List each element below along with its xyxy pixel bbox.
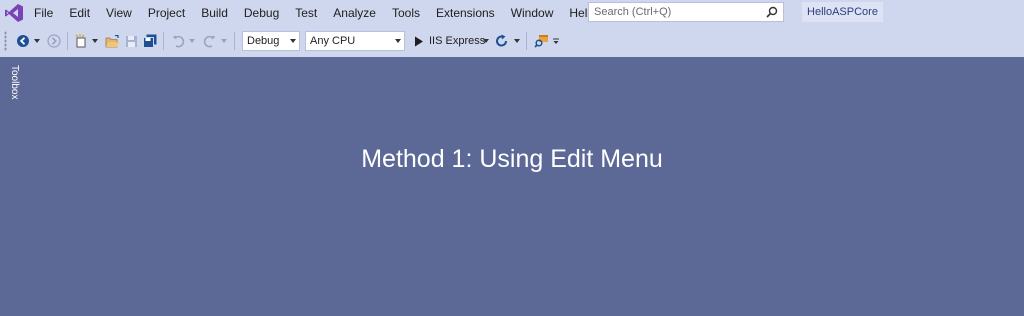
chevron-down-icon bbox=[221, 39, 227, 43]
menu-edit[interactable]: Edit bbox=[61, 0, 98, 26]
new-project-button[interactable] bbox=[72, 27, 90, 55]
menu-bar: File Edit View Project Build Debug Test … bbox=[0, 0, 1024, 26]
save-icon bbox=[125, 35, 137, 47]
menu-tools[interactable]: Tools bbox=[384, 0, 428, 26]
refresh-dropdown[interactable] bbox=[512, 27, 522, 55]
chevron-down-icon bbox=[514, 39, 520, 43]
menu-debug[interactable]: Debug bbox=[236, 0, 287, 26]
toolbar-separator bbox=[526, 32, 527, 50]
play-icon bbox=[415, 36, 423, 46]
save-all-icon bbox=[143, 34, 157, 48]
undo-icon bbox=[172, 35, 185, 48]
find-in-files-icon bbox=[533, 35, 548, 48]
solution-configuration-select[interactable]: Debug bbox=[242, 31, 300, 51]
chevron-down-icon bbox=[395, 39, 401, 43]
undo-dropdown[interactable] bbox=[187, 27, 197, 55]
toolbox-label: Toolbox bbox=[9, 65, 20, 100]
chevron-down-icon bbox=[189, 39, 195, 43]
menu-view[interactable]: View bbox=[98, 0, 140, 26]
forward-button[interactable] bbox=[45, 27, 63, 55]
refresh-button[interactable] bbox=[493, 27, 511, 55]
page-title: Method 1: Using Edit Menu bbox=[361, 145, 663, 173]
project-name-badge[interactable]: HelloASPCore bbox=[802, 2, 883, 22]
run-target-label[interactable]: IIS Express bbox=[429, 27, 485, 55]
undo-button[interactable] bbox=[169, 27, 187, 55]
chevron-down-icon bbox=[34, 39, 40, 43]
toolbar-separator bbox=[163, 32, 164, 50]
solution-platform-select[interactable]: Any CPU bbox=[305, 31, 405, 51]
redo-icon bbox=[203, 35, 216, 48]
search-input[interactable]: Search (Ctrl+Q) bbox=[588, 2, 784, 22]
menu-extensions[interactable]: Extensions bbox=[428, 0, 503, 26]
redo-button[interactable] bbox=[201, 27, 219, 55]
open-folder-icon bbox=[105, 34, 119, 47]
menu-build[interactable]: Build bbox=[193, 0, 236, 26]
forward-icon bbox=[47, 34, 61, 48]
back-icon bbox=[17, 35, 29, 47]
find-in-files-button[interactable] bbox=[532, 27, 550, 55]
new-project-icon bbox=[75, 34, 86, 48]
search-icon[interactable] bbox=[766, 6, 778, 18]
main-menu: File Edit View Project Build Debug Test … bbox=[26, 0, 602, 26]
menu-file[interactable]: File bbox=[26, 0, 61, 26]
overflow-icon bbox=[553, 38, 559, 44]
toolbar-separator bbox=[67, 32, 68, 50]
standard-toolbar: Debug Any CPU IIS Express bbox=[0, 27, 1024, 55]
toolbar-grip[interactable] bbox=[4, 31, 7, 51]
back-button[interactable] bbox=[14, 27, 32, 55]
search-placeholder: Search (Ctrl+Q) bbox=[594, 6, 672, 18]
menu-analyze[interactable]: Analyze bbox=[325, 0, 384, 26]
start-debugging-button[interactable] bbox=[412, 27, 426, 55]
chevron-down-icon bbox=[290, 39, 296, 43]
toolbox-tab[interactable]: Toolbox bbox=[0, 62, 20, 110]
solution-configuration-value: Debug bbox=[247, 35, 280, 47]
chevron-down-icon bbox=[92, 39, 98, 43]
new-project-dropdown[interactable] bbox=[90, 27, 100, 55]
solution-platform-value: Any CPU bbox=[310, 35, 356, 47]
visual-studio-logo-icon bbox=[5, 4, 23, 22]
toolbar-overflow-button[interactable] bbox=[551, 27, 561, 55]
redo-dropdown[interactable] bbox=[219, 27, 229, 55]
back-dropdown[interactable] bbox=[32, 27, 42, 55]
menu-window[interactable]: Window bbox=[503, 0, 562, 26]
ide-chrome: File Edit View Project Build Debug Test … bbox=[0, 0, 1024, 57]
menu-test[interactable]: Test bbox=[287, 0, 325, 26]
menu-project[interactable]: Project bbox=[140, 0, 193, 26]
run-target-dropdown[interactable] bbox=[481, 27, 491, 55]
open-file-button[interactable] bbox=[103, 27, 121, 55]
save-button[interactable] bbox=[122, 27, 140, 55]
chevron-down-icon bbox=[483, 39, 489, 43]
refresh-icon bbox=[496, 34, 508, 47]
toolbar-separator bbox=[234, 32, 235, 50]
save-all-button[interactable] bbox=[141, 27, 159, 55]
